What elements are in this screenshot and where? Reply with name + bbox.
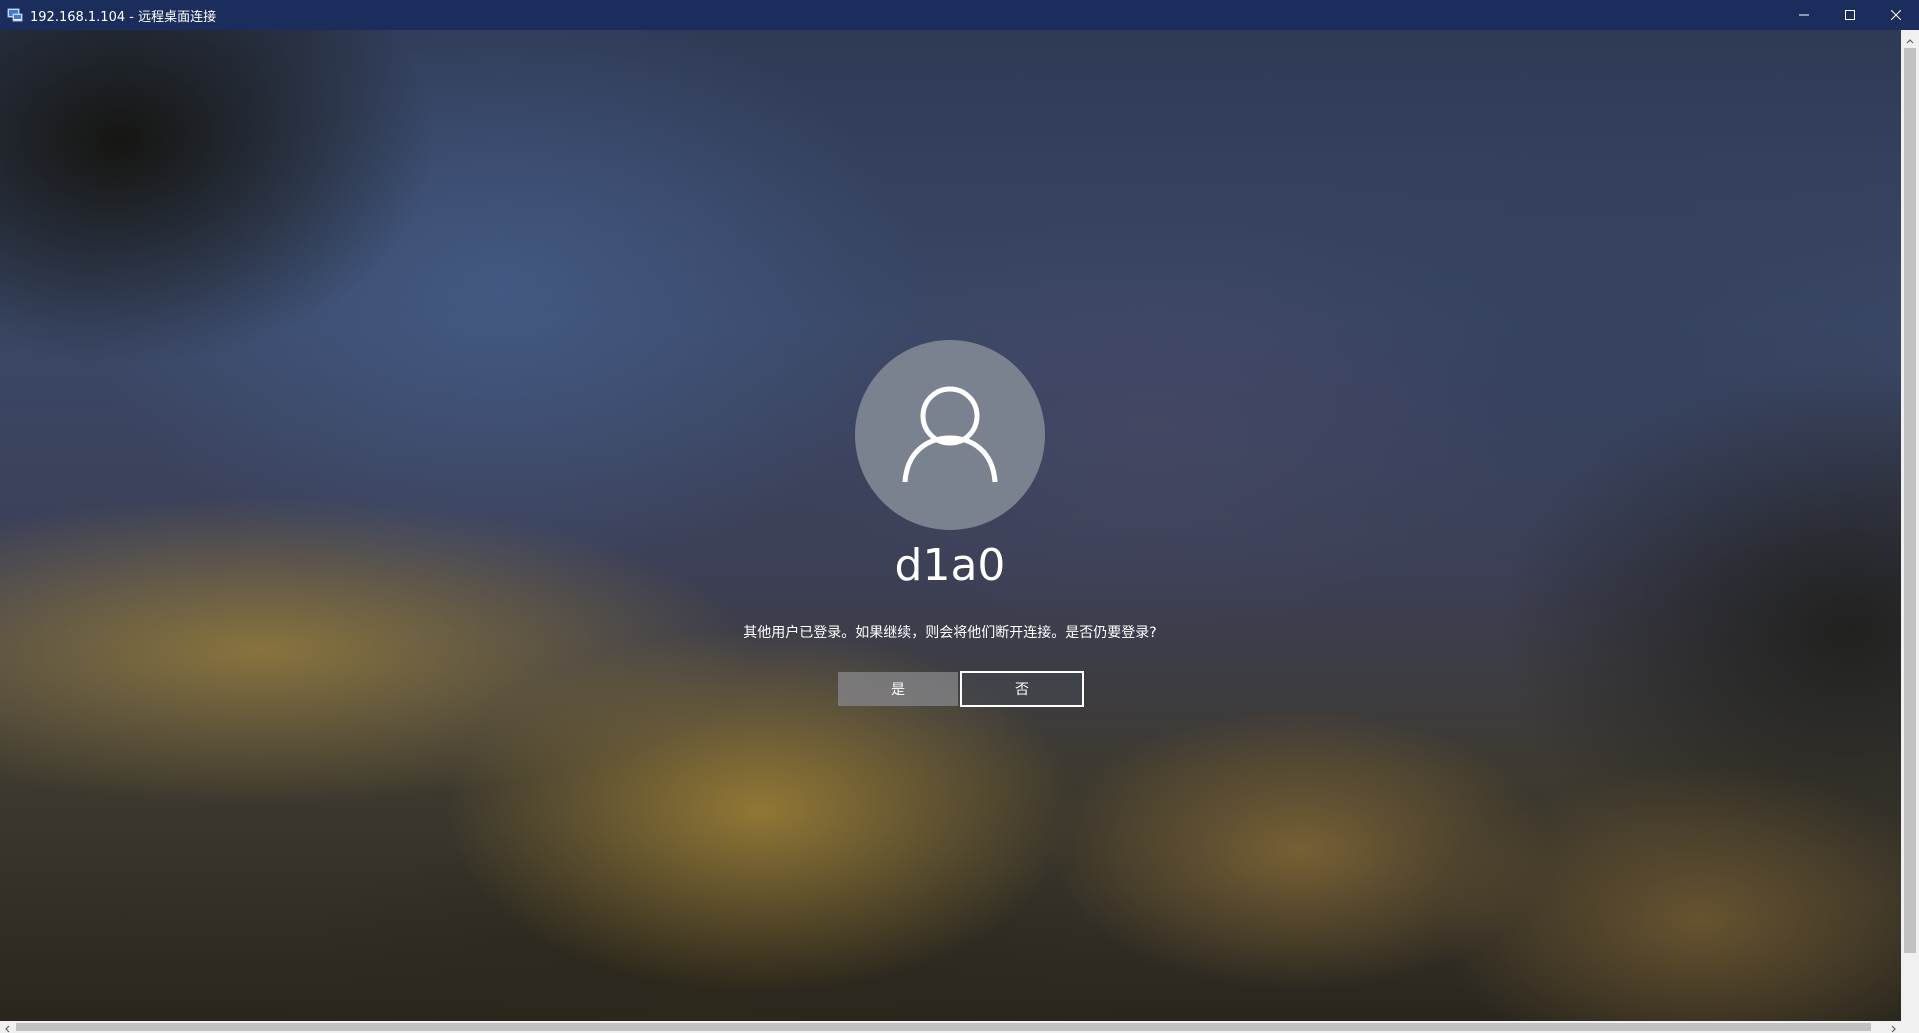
confirm-button-group: 是 否 xyxy=(838,671,1084,707)
horizontal-scroll-thumb[interactable] xyxy=(16,1023,1871,1031)
user-silhouette-icon xyxy=(895,378,1005,492)
remote-desktop-viewport[interactable]: d1a0 其他用户已登录。如果继续，则会将他们断开连接。是否仍要登录? 是 否 xyxy=(0,30,1901,1021)
chevron-right-icon xyxy=(1891,1018,1897,1033)
minimize-icon xyxy=(1799,10,1809,20)
sign-in-warning-message: 其他用户已登录。如果继续，则会将他们断开连接。是否仍要登录? xyxy=(743,625,1157,641)
vertical-scrollbar[interactable] xyxy=(1901,30,1919,1021)
scroll-left-button[interactable] xyxy=(0,1021,14,1033)
user-avatar xyxy=(855,340,1045,530)
horizontal-scrollbar[interactable] xyxy=(0,1021,1901,1033)
maximize-icon xyxy=(1845,10,1855,20)
scrollbar-corner xyxy=(1901,1021,1919,1033)
scroll-up-button[interactable] xyxy=(1901,30,1919,47)
window-title: 192.168.1.104 - 远程桌面连接 xyxy=(30,9,217,25)
maximize-button[interactable] xyxy=(1827,0,1873,30)
close-button[interactable] xyxy=(1873,0,1919,30)
no-button[interactable]: 否 xyxy=(960,671,1084,707)
window-controls xyxy=(1781,0,1919,30)
window-titlebar[interactable]: 192.168.1.104 - 远程桌面连接 xyxy=(0,0,1919,30)
scroll-right-button[interactable] xyxy=(1887,1021,1901,1033)
yes-button[interactable]: 是 xyxy=(838,672,958,706)
vertical-scroll-thumb[interactable] xyxy=(1904,48,1916,953)
username-label: d1a0 xyxy=(894,540,1006,591)
remote-desktop-icon xyxy=(7,7,23,23)
chevron-left-icon xyxy=(4,1018,10,1033)
close-icon xyxy=(1891,10,1901,20)
minimize-button[interactable] xyxy=(1781,0,1827,30)
chevron-up-icon xyxy=(1906,29,1914,48)
